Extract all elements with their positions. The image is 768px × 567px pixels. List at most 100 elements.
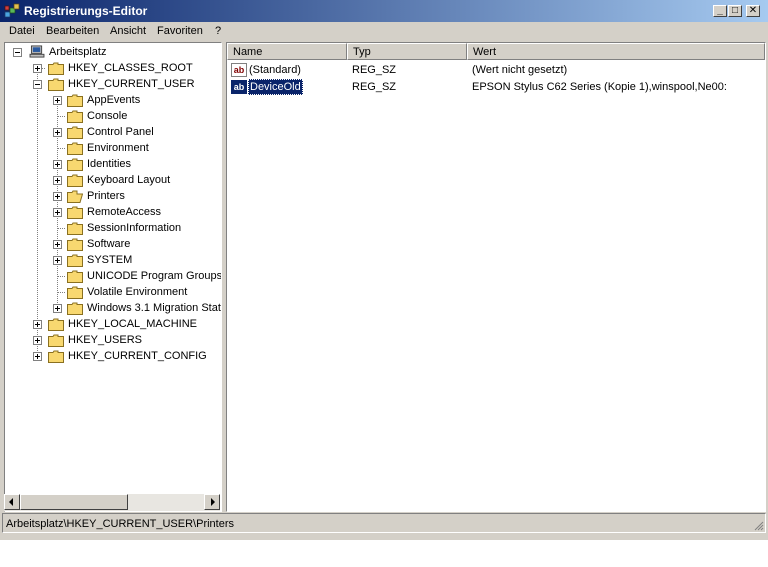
tree-item-identities[interactable]: Identities: [5, 156, 221, 172]
folder-icon: [48, 350, 64, 363]
window-title: Registrierungs-Editor: [24, 4, 148, 18]
expand-icon[interactable]: [53, 304, 62, 313]
tree-label: Console: [87, 110, 128, 122]
column-header-name[interactable]: Name: [227, 43, 347, 60]
status-bar: Arbeitsplatz\HKEY_CURRENT_USER\Printers: [2, 513, 766, 533]
menu-datei[interactable]: Datei: [9, 25, 35, 37]
menu-ansicht[interactable]: Ansicht: [110, 25, 146, 37]
arrow-right-icon: [211, 498, 215, 506]
tree-label-arbeitsplatz: Arbeitsplatz: [49, 46, 107, 58]
scroll-left-button[interactable]: [4, 494, 20, 510]
expand-icon[interactable]: [33, 64, 42, 73]
expand-icon[interactable]: [33, 320, 42, 329]
expand-icon[interactable]: [53, 240, 62, 249]
expand-icon[interactable]: [53, 96, 62, 105]
tree-item-control-panel[interactable]: Control Panel: [5, 124, 221, 140]
value-name: DeviceOld: [248, 79, 303, 95]
tree-item-keyboard-layout[interactable]: Keyboard Layout: [5, 172, 221, 188]
expand-icon[interactable]: [53, 128, 62, 137]
folder-icon: [67, 126, 83, 139]
tree-label: Windows 3.1 Migration Status: [87, 302, 222, 314]
value-row[interactable]: ab (Standard) REG_SZ (Wert nicht gesetzt…: [231, 62, 761, 78]
menu-favoriten[interactable]: Favoriten: [157, 25, 203, 37]
registry-editor-window: Registrierungs-Editor _ □ ✕ Datei Bearbe…: [0, 0, 768, 540]
tree-item-printers[interactable]: Printers: [5, 188, 221, 204]
tree-label: Identities: [87, 158, 132, 170]
menu-help[interactable]: ?: [215, 25, 221, 37]
tree-label: Keyboard Layout: [87, 174, 171, 186]
tree-item-windows-migration-status[interactable]: Windows 3.1 Migration Status: [5, 300, 221, 316]
tree-item-root[interactable]: Arbeitsplatz: [5, 44, 221, 60]
tree-item-sessioninformation[interactable]: SessionInformation: [5, 220, 221, 236]
folder-icon: [67, 302, 83, 315]
title-bar[interactable]: Registrierungs-Editor _ □ ✕: [0, 0, 768, 22]
tree-item-hkey-current-config[interactable]: HKEY_CURRENT_CONFIG: [5, 348, 221, 364]
collapse-icon[interactable]: [13, 48, 22, 57]
tree-label: HKEY_USERS: [68, 334, 142, 346]
tree-item-console[interactable]: Console: [5, 108, 221, 124]
tree-label: HKEY_CURRENT_CONFIG: [68, 350, 207, 362]
scroll-thumb[interactable]: [20, 494, 128, 510]
close-button[interactable]: ✕: [746, 5, 760, 17]
value-row-selected[interactable]: ab DeviceOld REG_SZ EPSON Stylus C62 Ser…: [231, 79, 761, 95]
folder-icon: [67, 238, 83, 251]
computer-icon: [29, 45, 45, 58]
tree-label: Volatile Environment: [87, 286, 188, 298]
tree-item-remoteaccess[interactable]: RemoteAccess: [5, 204, 221, 220]
tree-item-hkey-users[interactable]: HKEY_USERS: [5, 332, 221, 348]
string-value-icon: ab: [231, 63, 247, 77]
value-data: EPSON Stylus C62 Series (Kopie 1),winspo…: [472, 81, 727, 93]
tree-label: AppEvents: [87, 94, 141, 106]
menu-bar: Datei Bearbeiten Ansicht Favoriten ?: [0, 22, 768, 41]
folder-icon: [67, 158, 83, 171]
tree-label: HKEY_LOCAL_MACHINE: [68, 318, 197, 330]
value-type: REG_SZ: [352, 81, 397, 93]
tree-item-volatile-environment[interactable]: Volatile Environment: [5, 284, 221, 300]
tree-label: SYSTEM: [87, 254, 133, 266]
expand-icon[interactable]: [53, 208, 62, 217]
expand-icon[interactable]: [53, 192, 62, 201]
arrow-left-icon: [9, 498, 13, 506]
tree-label: Software: [87, 238, 131, 250]
folder-icon: [67, 174, 83, 187]
resize-grip-icon[interactable]: [752, 519, 764, 531]
folder-icon: [48, 318, 64, 331]
column-header-wert[interactable]: Wert: [467, 43, 765, 60]
tree-item-hkey-local-machine[interactable]: HKEY_LOCAL_MACHINE: [5, 316, 221, 332]
tree-label: SessionInformation: [87, 222, 182, 234]
maximize-icon: □: [731, 5, 739, 16]
folder-icon: [67, 94, 83, 107]
registry-editor-icon: [4, 3, 20, 18]
expand-icon[interactable]: [33, 352, 42, 361]
tree-item-software[interactable]: Software: [5, 236, 221, 252]
expand-icon[interactable]: [53, 176, 62, 185]
key-tree-pane[interactable]: Arbeitsplatz HKEY_CLASSES_ROOT HKEY_CURR…: [4, 42, 222, 512]
expand-icon[interactable]: [53, 256, 62, 265]
close-icon: ✕: [748, 5, 758, 16]
column-header-typ[interactable]: Typ: [347, 43, 467, 60]
values-pane[interactable]: Name Typ Wert ab (Standard) REG_SZ (Wert…: [226, 42, 766, 512]
menu-bearbeiten[interactable]: Bearbeiten: [46, 25, 99, 37]
minimize-button[interactable]: _: [713, 5, 727, 17]
tree-label: Environment: [87, 142, 149, 154]
tree-item-system[interactable]: SYSTEM: [5, 252, 221, 268]
expand-icon[interactable]: [33, 336, 42, 345]
tree-item-hkey-current-user[interactable]: HKEY_CURRENT_USER: [5, 76, 221, 92]
value-name: (Standard): [249, 64, 301, 76]
collapse-icon[interactable]: [33, 80, 42, 89]
scroll-right-button[interactable]: [204, 494, 220, 510]
folder-icon: [67, 222, 83, 235]
expand-icon[interactable]: [53, 160, 62, 169]
status-path: Arbeitsplatz\HKEY_CURRENT_USER\Printers: [6, 518, 235, 530]
minimize-icon: _: [717, 5, 723, 16]
tree-item-unicode-program-groups[interactable]: UNICODE Program Groups: [5, 268, 221, 284]
tree-item-hkey-classes-root[interactable]: HKEY_CLASSES_ROOT: [5, 60, 221, 76]
folder-icon: [67, 142, 83, 155]
folder-icon: [48, 62, 64, 75]
folder-icon: [67, 254, 83, 267]
tree-item-environment[interactable]: Environment: [5, 140, 221, 156]
tree-item-appevents[interactable]: AppEvents: [5, 92, 221, 108]
maximize-button[interactable]: □: [728, 5, 742, 17]
folder-open-icon: [67, 190, 83, 203]
tree-horizontal-scrollbar[interactable]: [4, 494, 220, 511]
